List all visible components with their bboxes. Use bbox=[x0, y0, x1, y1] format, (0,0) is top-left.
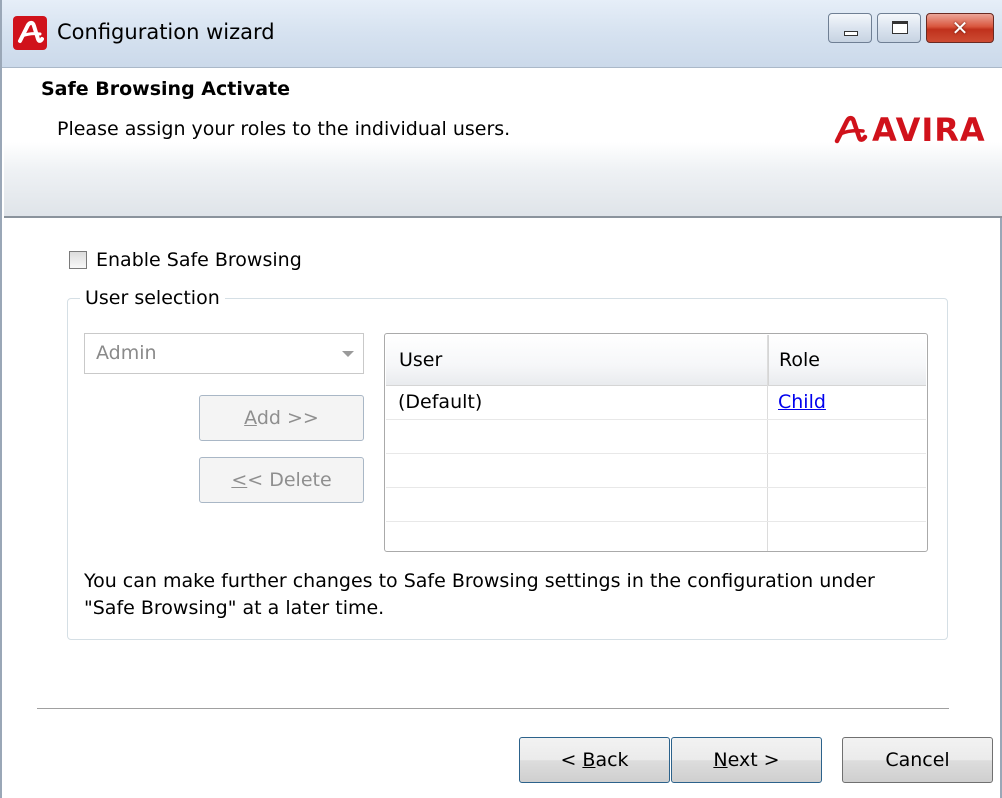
table-row-empty bbox=[386, 419, 926, 454]
role-link[interactable]: Child bbox=[778, 391, 826, 413]
column-header-user[interactable]: User bbox=[399, 349, 442, 371]
close-button[interactable]: ✕ bbox=[926, 13, 994, 43]
back-button-prefix: < bbox=[560, 749, 583, 771]
add-button-label: dd >> bbox=[256, 407, 319, 429]
delete-button-label: < Delete bbox=[247, 469, 332, 491]
enable-safe-browsing-row[interactable]: Enable Safe Browsing bbox=[69, 249, 302, 271]
column-divider[interactable] bbox=[768, 335, 769, 385]
user-role-table[interactable]: User Role (Default) Child bbox=[384, 333, 928, 552]
enable-safe-browsing-label[interactable]: Enable Safe Browsing bbox=[96, 249, 302, 271]
avira-logo: AVIRA bbox=[834, 110, 986, 150]
table-row[interactable]: (Default) Child bbox=[386, 385, 926, 420]
minimize-button[interactable] bbox=[828, 13, 872, 43]
table-row-empty bbox=[386, 521, 926, 551]
user-dropdown-value: Admin bbox=[96, 342, 157, 364]
enable-safe-browsing-checkbox[interactable] bbox=[69, 251, 87, 269]
next-button-label: ext > bbox=[727, 749, 780, 771]
window-title: Configuration wizard bbox=[57, 20, 275, 44]
back-button[interactable]: < Back bbox=[519, 737, 670, 783]
close-icon: ✕ bbox=[951, 16, 969, 40]
title-bar[interactable]: Configuration wizard ✕ bbox=[2, 0, 1002, 68]
maximize-icon bbox=[878, 14, 920, 42]
wizard-window: Configuration wizard ✕ Safe Browsing Act… bbox=[0, 0, 1002, 798]
add-button-mnemonic: A bbox=[244, 407, 257, 429]
maximize-button[interactable] bbox=[877, 13, 921, 43]
next-button[interactable]: Next > bbox=[671, 737, 822, 783]
wizard-header: Safe Browsing Activate Please assign you… bbox=[4, 68, 1002, 218]
column-header-role[interactable]: Role bbox=[779, 349, 820, 371]
chevron-down-icon bbox=[342, 351, 354, 357]
delete-button-mnemonic: < bbox=[231, 469, 248, 491]
delete-button[interactable]: << Delete bbox=[199, 457, 364, 503]
next-button-mnemonic: N bbox=[713, 749, 728, 771]
table-row-empty bbox=[386, 453, 926, 488]
user-selection-legend: User selection bbox=[80, 287, 225, 309]
cell-user: (Default) bbox=[398, 391, 483, 413]
info-text: You can make further changes to Safe Bro… bbox=[84, 570, 875, 619]
page-heading: Safe Browsing Activate bbox=[41, 78, 291, 100]
footer-separator bbox=[37, 708, 949, 709]
back-button-mnemonic: B bbox=[582, 749, 596, 771]
table-row-empty bbox=[386, 487, 926, 522]
minimize-icon bbox=[829, 14, 871, 42]
user-dropdown[interactable]: Admin bbox=[84, 333, 364, 374]
brand-name: AVIRA bbox=[872, 111, 986, 149]
avira-logo-icon bbox=[834, 115, 868, 144]
add-button[interactable]: Add >> bbox=[199, 395, 364, 441]
table-header: User Role bbox=[386, 335, 926, 386]
avira-app-icon bbox=[13, 16, 47, 50]
page-subtitle: Please assign your roles to the individu… bbox=[57, 118, 511, 140]
cancel-button[interactable]: Cancel bbox=[842, 737, 993, 783]
back-button-label: ack bbox=[595, 749, 629, 771]
